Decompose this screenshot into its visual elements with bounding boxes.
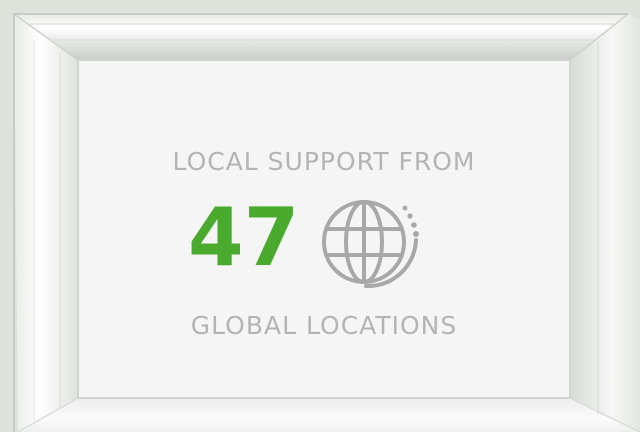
promo-subheading: GLOBAL LOCATIONS xyxy=(190,311,458,340)
frame-top xyxy=(14,14,628,60)
frame-bottom xyxy=(18,398,640,432)
frame-left xyxy=(14,14,78,432)
promo-content: LOCAL SUPPORT FROM 47 GLOBAL LOCATIONS xyxy=(80,58,568,394)
location-count: 47 xyxy=(188,191,300,284)
promo-heading: LOCAL SUPPORT FROM xyxy=(172,147,476,176)
framed-picture: LOCAL SUPPORT FROM 47 GLOBAL LOCATIONS xyxy=(0,0,640,432)
frame-right xyxy=(570,14,640,432)
globe-icon xyxy=(322,200,419,289)
